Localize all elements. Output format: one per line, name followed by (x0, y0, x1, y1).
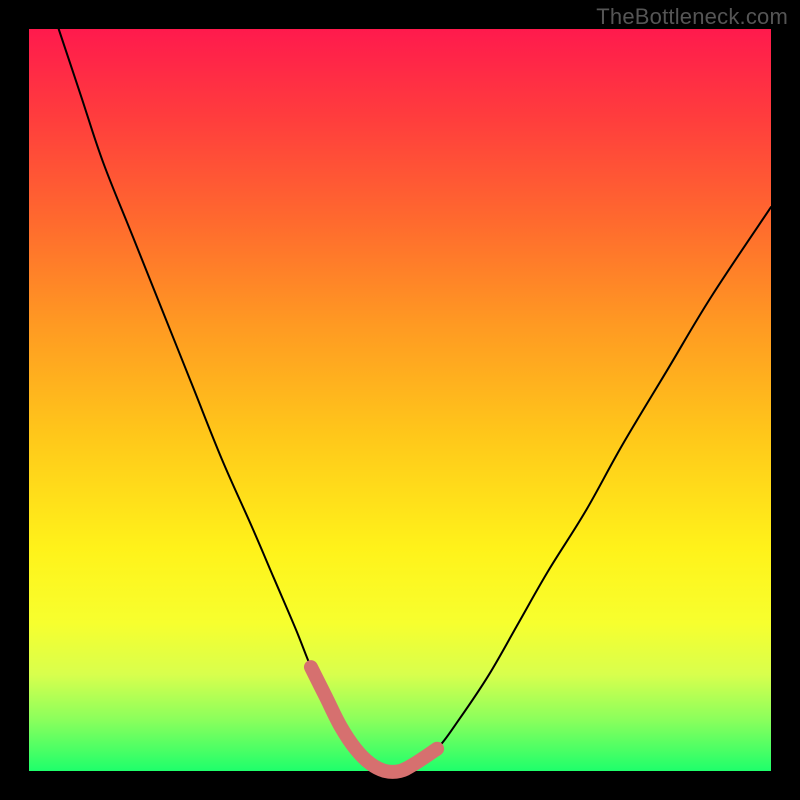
watermark-text: TheBottleneck.com (596, 4, 788, 30)
chart-svg (29, 29, 771, 771)
bottleneck-curve (59, 29, 771, 772)
chart-frame: TheBottleneck.com (0, 0, 800, 800)
trough-marker (311, 667, 437, 772)
